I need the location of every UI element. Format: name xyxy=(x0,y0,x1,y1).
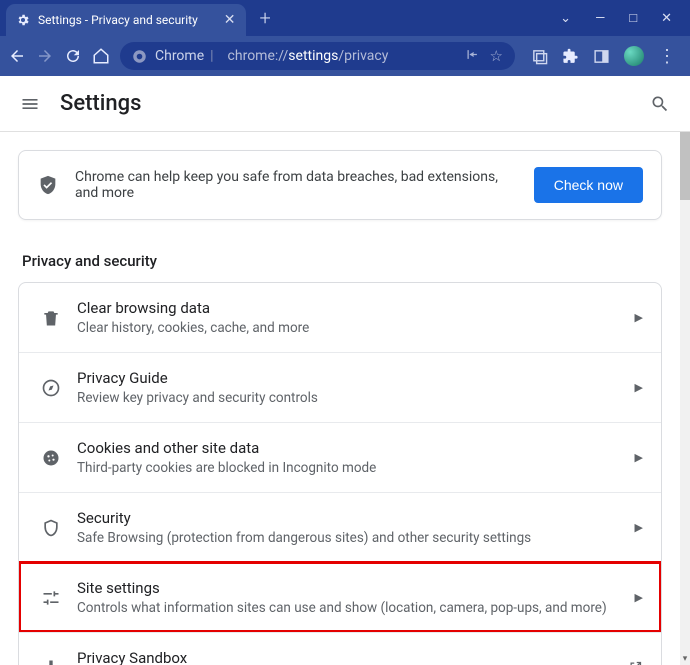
compass-icon xyxy=(29,378,73,398)
scrollbar-thumb[interactable] xyxy=(680,132,690,200)
external-link-icon xyxy=(628,660,643,665)
row-subtitle: Controls what information sites can use … xyxy=(77,600,631,616)
row-title: Privacy Sandbox xyxy=(77,649,624,665)
row-text: Privacy SandboxTrial features are off xyxy=(77,649,624,665)
flask-icon xyxy=(29,658,73,665)
sliders-icon xyxy=(29,588,73,608)
settings-row-trash[interactable]: Clear browsing data Clear history, cookie… xyxy=(19,283,661,352)
minimize-icon[interactable]: ― xyxy=(595,11,605,26)
row-title: Cookies and other site data xyxy=(77,439,631,457)
row-text: Cookies and other site data Third-party c… xyxy=(77,439,631,476)
hamburger-menu-icon[interactable] xyxy=(20,94,40,114)
close-window-icon[interactable]: ✕ xyxy=(661,11,672,26)
extensions-icon[interactable] xyxy=(562,48,579,65)
row-subtitle: Third-party cookies are blocked in Incog… xyxy=(77,460,631,476)
chevron-down-icon[interactable]: ⌄ xyxy=(560,11,571,26)
search-icon[interactable] xyxy=(650,94,670,114)
page-title: Settings xyxy=(60,91,141,116)
scroll-down-arrow[interactable]: ▾ xyxy=(680,653,690,665)
row-title: Privacy Guide xyxy=(77,369,631,387)
trash-icon xyxy=(29,308,73,328)
collections-icon[interactable] xyxy=(531,48,548,65)
sidepanel-icon[interactable] xyxy=(593,48,610,65)
url-text: chrome://settings/privacy xyxy=(228,48,389,64)
row-subtitle: Safe Browsing (protection from dangerous… xyxy=(77,530,631,546)
browser-toolbar: Chrome| chrome://settings/privacy ☆ ⋮ xyxy=(0,36,690,76)
chevron-right-icon: ▶ xyxy=(635,311,643,324)
menu-button[interactable]: ⋮ xyxy=(658,46,676,67)
cookie-icon xyxy=(29,448,73,468)
window-controls: ⌄ ― □ ✕ xyxy=(542,0,690,36)
settings-row-shield[interactable]: Security Safe Browsing (protection from d… xyxy=(19,492,661,562)
row-title: Site settings xyxy=(77,579,631,597)
new-tab-button[interactable]: + xyxy=(260,6,271,30)
chevron-right-icon: ▶ xyxy=(635,381,643,394)
settings-row-compass[interactable]: Privacy Guide Review key privacy and secu… xyxy=(19,352,661,422)
banner-text: Chrome can help keep you safe from data … xyxy=(75,169,518,201)
settings-header: Settings xyxy=(0,76,690,132)
share-icon[interactable] xyxy=(465,47,480,62)
row-text: Clear browsing data Clear history, cookie… xyxy=(77,299,631,336)
row-text: Site settings Controls what information s… xyxy=(77,579,631,616)
chevron-right-icon: ▶ xyxy=(635,591,643,604)
url-origin: Chrome| xyxy=(155,48,220,64)
chrome-icon xyxy=(132,49,147,64)
profile-avatar[interactable] xyxy=(624,46,644,66)
settings-row-cookie[interactable]: Cookies and other site data Third-party c… xyxy=(19,422,661,492)
content-area: Chrome can help keep you safe from data … xyxy=(0,132,680,665)
forward-button xyxy=(36,47,54,65)
bookmark-icon[interactable]: ☆ xyxy=(490,47,503,65)
tab-title: Settings - Privacy and security xyxy=(38,13,198,27)
chevron-right-icon: ▶ xyxy=(635,521,643,534)
row-subtitle: Review key privacy and security controls xyxy=(77,390,631,406)
privacy-card: Clear browsing data Clear history, cookie… xyxy=(18,282,662,665)
settings-row-flask[interactable]: Privacy SandboxTrial features are off xyxy=(19,632,661,665)
home-button[interactable] xyxy=(92,47,110,65)
address-bar[interactable]: Chrome| chrome://settings/privacy ☆ xyxy=(120,42,515,70)
row-subtitle: Clear history, cookies, cache, and more xyxy=(77,320,631,336)
row-text: Privacy Guide Review key privacy and secu… xyxy=(77,369,631,406)
shield-check-icon xyxy=(37,174,59,196)
window-titlebar: Settings - Privacy and security ✕ + ⌄ ― … xyxy=(0,0,690,36)
gear-icon xyxy=(16,13,30,27)
chevron-right-icon: ▶ xyxy=(635,451,643,464)
row-title: Security xyxy=(77,509,631,527)
section-title: Privacy and security xyxy=(22,252,658,270)
maximize-icon[interactable]: □ xyxy=(629,10,637,26)
shield-icon xyxy=(29,518,73,538)
row-title: Clear browsing data xyxy=(77,299,631,317)
close-tab-icon[interactable]: ✕ xyxy=(224,12,236,28)
scrollbar[interactable]: ▾ xyxy=(680,132,690,665)
back-button[interactable] xyxy=(8,47,26,65)
browser-tab[interactable]: Settings - Privacy and security ✕ xyxy=(6,4,246,36)
row-text: Security Safe Browsing (protection from d… xyxy=(77,509,631,546)
reload-button[interactable] xyxy=(64,47,82,65)
check-now-button[interactable]: Check now xyxy=(534,167,643,203)
safety-check-banner: Chrome can help keep you safe from data … xyxy=(18,150,662,220)
settings-row-sliders[interactable]: Site settings Controls what information s… xyxy=(19,562,661,632)
